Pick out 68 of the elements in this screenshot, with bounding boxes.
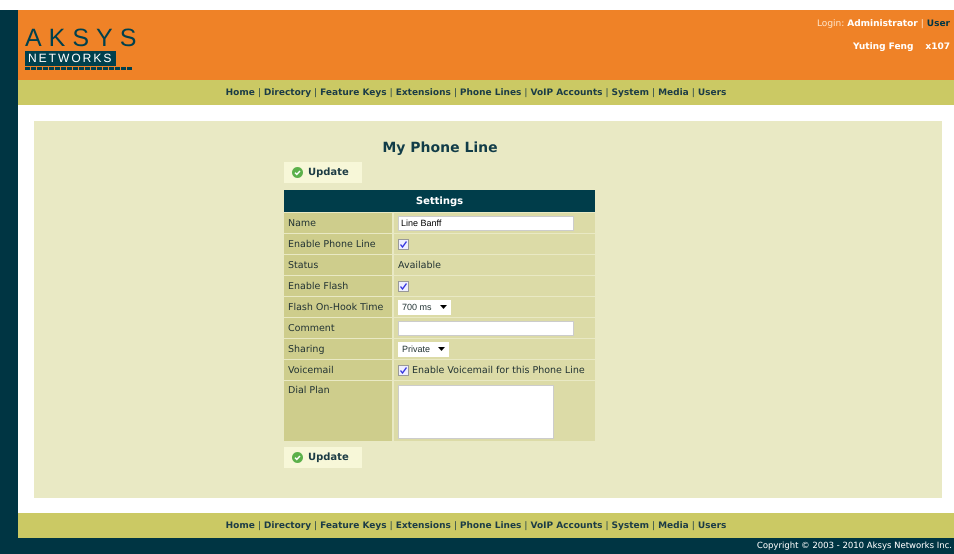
copyright-text: Copyright © 2003 - 2010 Aksys Networks Inc. — [756, 541, 952, 551]
login-role: Administrator — [847, 19, 918, 29]
field-label: Status — [284, 254, 393, 276]
separator: | — [258, 520, 261, 530]
checkbox[interactable] — [398, 280, 409, 292]
check-icon — [292, 452, 303, 463]
nav-link[interactable]: VoIP Accounts — [530, 520, 602, 530]
dropdown[interactable]: 700 ms — [398, 300, 451, 314]
nav-link[interactable]: Home — [226, 88, 255, 98]
checkbox[interactable] — [398, 238, 409, 250]
text-field[interactable]: Line Banff — [398, 216, 574, 230]
nav-link[interactable]: Directory — [264, 88, 312, 98]
status-value: Available — [398, 260, 442, 270]
separator: | — [606, 88, 609, 98]
field-label: Comment — [284, 318, 393, 338]
separator: | — [390, 88, 393, 98]
separator: | — [692, 520, 695, 530]
logo: AKSYS NETWORKS — [25, 27, 140, 80]
field-label: Voicemail — [284, 360, 393, 380]
check-icon — [292, 167, 303, 178]
update-button[interactable]: Update — [284, 447, 362, 468]
separator: | — [920, 19, 924, 29]
page-title: My Phone Line — [382, 140, 498, 156]
nav-link[interactable]: Media — [658, 88, 689, 98]
field-label: Flash On-Hook Time — [284, 296, 393, 318]
caret-icon — [438, 347, 446, 351]
checkbox-label: Enable Voicemail for this Phone Line — [412, 364, 585, 376]
nav-link[interactable]: Users — [698, 88, 726, 98]
field-label: Name — [284, 212, 393, 234]
field-label: Enable Flash — [284, 276, 393, 296]
text-field[interactable] — [398, 320, 574, 336]
field-label: Sharing — [284, 338, 393, 360]
separator: | — [692, 88, 695, 98]
dropdown[interactable]: Private — [398, 342, 450, 356]
field-label: Dial Plan — [284, 380, 393, 441]
user-name: Yuting Feng — [853, 42, 914, 52]
separator: | — [258, 88, 261, 98]
separator: | — [390, 520, 393, 530]
nav-link[interactable]: Users — [698, 520, 726, 530]
nav-link[interactable]: Phone Lines — [460, 88, 522, 98]
separator: | — [314, 520, 318, 530]
login-label: Login: — [816, 19, 844, 29]
nav-link[interactable]: Media — [658, 520, 689, 530]
separator: | — [454, 88, 457, 98]
separator: | — [652, 520, 656, 530]
update-button[interactable]: Update — [284, 162, 362, 183]
user-link[interactable]: User — [926, 19, 950, 29]
separator: | — [606, 520, 609, 530]
field-label: Enable Phone Line — [284, 234, 393, 254]
nav-link[interactable]: Extensions — [396, 88, 451, 98]
nav-link[interactable]: Feature Keys — [320, 88, 387, 98]
nav-link[interactable]: VoIP Accounts — [530, 88, 602, 98]
nav-link[interactable]: Extensions — [396, 520, 451, 530]
nav-link[interactable]: Home — [226, 520, 255, 530]
nav-link[interactable]: System — [612, 88, 650, 98]
separator: | — [454, 520, 457, 530]
nav-link[interactable]: System — [612, 520, 650, 530]
separator: | — [524, 520, 528, 530]
separator: | — [314, 88, 318, 98]
checkbox[interactable] — [398, 364, 409, 376]
user-extension: x107 — [925, 42, 950, 52]
table-header: Settings — [284, 190, 595, 212]
separator: | — [652, 88, 656, 98]
caret-icon — [440, 305, 447, 309]
nav-link[interactable]: Directory — [264, 520, 312, 530]
nav-link[interactable]: Feature Keys — [320, 520, 387, 530]
separator: | — [524, 88, 528, 98]
nav-link[interactable]: Phone Lines — [460, 520, 522, 530]
